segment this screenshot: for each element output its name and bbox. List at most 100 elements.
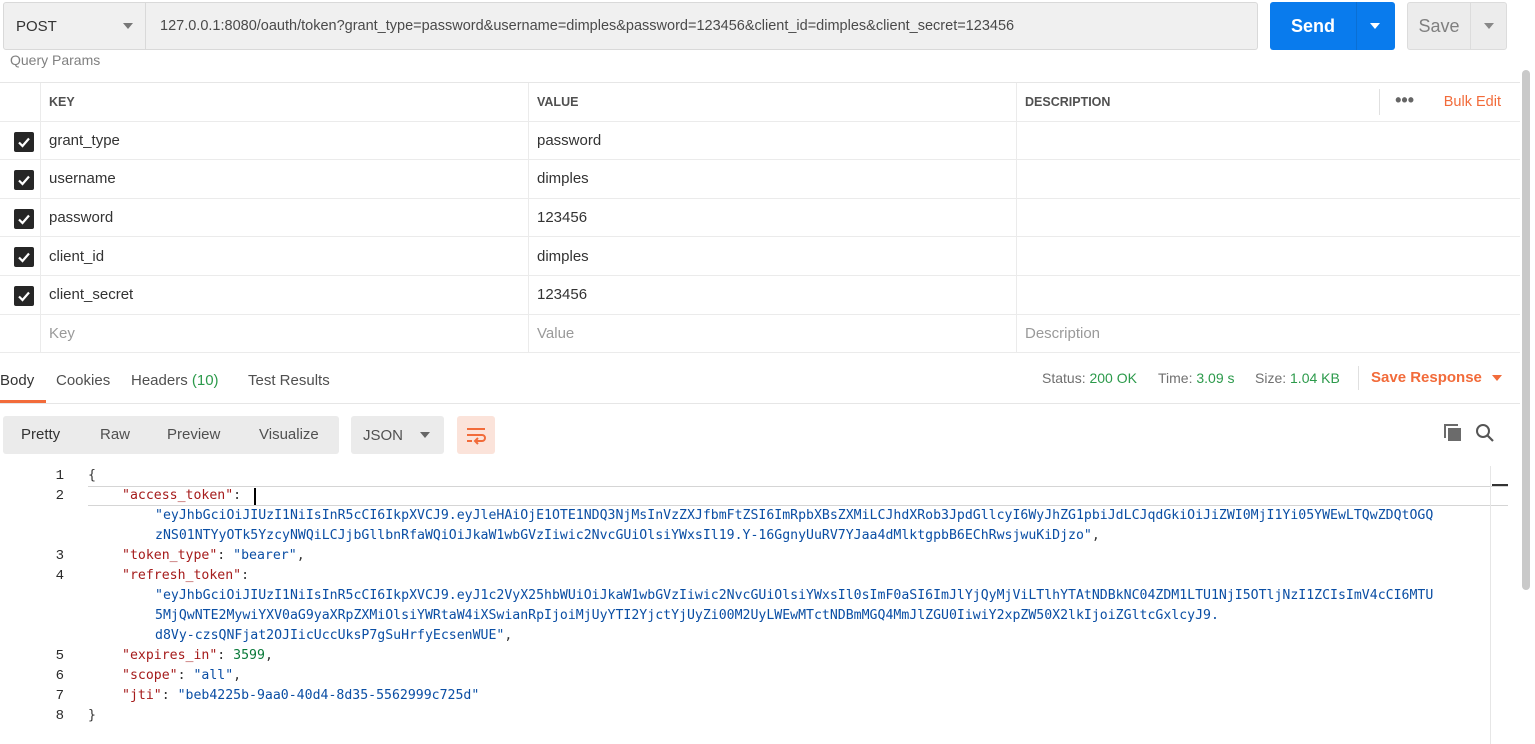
- param-check-cell: [0, 275, 41, 314]
- param-check-cell: [0, 237, 41, 275]
- json-string: "bearer": [233, 548, 297, 563]
- view-pretty-button[interactable]: Pretty: [21, 426, 60, 443]
- save-response-button[interactable]: Save Response: [1371, 369, 1502, 386]
- param-description[interactable]: [1017, 199, 1520, 237]
- header-description: DESCRIPTION ••• Bulk Edit: [1017, 83, 1520, 121]
- url-input[interactable]: 127.0.0.1:8080/oauth/token?grant_type=pa…: [146, 2, 1258, 50]
- param-row-new: Key Value Description: [0, 314, 1520, 354]
- param-check-cell: [0, 160, 41, 198]
- active-tab-indicator: [0, 400, 46, 403]
- json-string: d8Vy-czsQNFjat2OJIicUccUksP7gSuHrfyEcsen…: [155, 628, 505, 643]
- view-preview-button[interactable]: Preview: [167, 426, 220, 443]
- overview-ruler-marker: [1492, 484, 1508, 486]
- search-icon[interactable]: [1475, 423, 1495, 448]
- status-value[interactable]: 200 OK: [1089, 370, 1136, 386]
- wrap-lines-icon: [467, 428, 486, 445]
- json-string: 5MjQwNTE2MywiYXV0aG9yaXRpZXMiOlsiYWRtaW4…: [155, 608, 1219, 623]
- header-value: VALUE: [529, 83, 1017, 121]
- method-select[interactable]: POST: [3, 2, 146, 50]
- code-line: "jti": "beb4225b-9aa0-40d4-8d35-5562999c…: [122, 688, 480, 703]
- code-line: "expires_in": 3599,: [122, 648, 273, 663]
- param-value[interactable]: password: [529, 121, 1017, 160]
- format-select[interactable]: JSON: [351, 416, 444, 454]
- wrap-lines-button[interactable]: [457, 416, 495, 454]
- code-line: {: [88, 468, 96, 483]
- status-meta: Status: 200 OK: [1042, 370, 1137, 386]
- chevron-down-icon[interactable]: [1370, 23, 1380, 29]
- headers-count-badge: (10): [191, 372, 219, 389]
- checkbox-checked-icon[interactable]: [14, 170, 34, 191]
- page-scrollbar[interactable]: [1522, 70, 1530, 590]
- param-key[interactable]: username: [41, 160, 529, 198]
- checkbox-checked-icon[interactable]: [14, 131, 34, 152]
- code-line: zNS01NTYyOTk5YzcyNWQiLCJjbGllbnRfaWQiOiJ…: [155, 528, 1100, 543]
- json-string: "eyJhbGciOiJIUzI1NiIsInR5cCI6IkpXVCJ9.ey…: [155, 588, 1434, 603]
- param-row: grant_type password: [0, 121, 1520, 161]
- param-key[interactable]: client_secret: [41, 275, 529, 314]
- chevron-down-icon[interactable]: [1484, 23, 1494, 29]
- header-key: KEY: [41, 83, 529, 121]
- bulk-edit-link[interactable]: Bulk Edit: [1444, 94, 1501, 110]
- param-value[interactable]: dimples: [529, 160, 1017, 198]
- view-mode-bar: Pretty Raw Preview Visualize: [3, 416, 339, 454]
- divider: [1356, 2, 1357, 50]
- code-line: d8Vy-czsQNFjat2OJIicUccUksP7gSuHrfyEcsen…: [155, 628, 513, 643]
- params-table: KEY VALUE DESCRIPTION ••• Bulk Edit gran…: [0, 82, 1520, 354]
- param-value[interactable]: dimples: [529, 237, 1017, 275]
- text-cursor: [254, 488, 256, 505]
- json-string: "eyJhbGciOiJIUzI1NiIsInR5cCI6IkpXVCJ9.ey…: [155, 508, 1434, 523]
- response-tabs: Body Cookies Headers (10) Test Results S…: [0, 362, 1520, 404]
- param-key[interactable]: grant_type: [41, 121, 529, 160]
- more-options-icon[interactable]: •••: [1395, 91, 1414, 109]
- line-number: 6: [55, 668, 64, 684]
- tab-headers-label: Headers: [131, 372, 188, 389]
- param-value[interactable]: 123456: [529, 275, 1017, 314]
- param-row: password 123456: [0, 198, 1520, 238]
- tab-headers[interactable]: Headers (10): [131, 372, 219, 389]
- format-label: JSON: [363, 426, 404, 444]
- param-row: client_id dimples: [0, 237, 1520, 276]
- param-value[interactable]: 123456: [529, 198, 1017, 237]
- param-key[interactable]: client_id: [41, 237, 529, 275]
- time-value[interactable]: 3.09 s: [1196, 370, 1234, 386]
- line-number: 3: [55, 548, 64, 564]
- line-number: 5: [55, 648, 64, 664]
- checkbox-checked-icon[interactable]: [14, 285, 34, 306]
- code-line: "refresh_token":: [122, 568, 250, 583]
- tab-body[interactable]: Body: [0, 372, 34, 389]
- json-string: "beb4225b-9aa0-40d4-8d35-5562999c725d": [177, 688, 480, 703]
- param-check-cell: [0, 314, 41, 353]
- copy-icon[interactable]: [1443, 423, 1463, 448]
- size-value[interactable]: 1.04 KB: [1290, 370, 1340, 386]
- param-key[interactable]: password: [41, 198, 529, 237]
- param-description[interactable]: [1017, 160, 1520, 198]
- param-description[interactable]: [1017, 237, 1520, 275]
- json-string: "all": [193, 668, 234, 683]
- header-description-label: DESCRIPTION: [1025, 94, 1111, 109]
- save-button[interactable]: Save: [1407, 2, 1507, 50]
- chevron-down-icon: [123, 23, 133, 29]
- param-description[interactable]: [1017, 122, 1520, 160]
- param-row: client_secret 123456: [0, 275, 1520, 315]
- new-key-input[interactable]: Key: [41, 314, 529, 353]
- new-description-input[interactable]: Description: [1017, 315, 1520, 353]
- line-number: 4: [55, 568, 64, 584]
- chevron-down-icon: [1491, 375, 1502, 382]
- line-number: 1: [55, 468, 64, 484]
- json-number: 3599: [233, 648, 265, 663]
- param-description[interactable]: [1017, 276, 1520, 314]
- json-key: "token_type": [122, 548, 218, 563]
- view-raw-button[interactable]: Raw: [100, 426, 130, 443]
- query-params-title: Query Params: [10, 52, 100, 68]
- status-label: Status:: [1042, 370, 1086, 386]
- editor-scrollbar-track[interactable]: [1490, 466, 1491, 744]
- new-value-input[interactable]: Value: [529, 314, 1017, 353]
- tab-test-results[interactable]: Test Results: [248, 372, 330, 389]
- checkbox-checked-icon[interactable]: [14, 208, 34, 229]
- tab-cookies[interactable]: Cookies: [56, 372, 110, 389]
- view-visualize-button[interactable]: Visualize: [259, 426, 319, 443]
- send-button[interactable]: Send: [1270, 2, 1395, 50]
- json-key: "expires_in": [122, 648, 218, 663]
- current-line-highlight: [88, 486, 1508, 506]
- checkbox-checked-icon[interactable]: [14, 247, 34, 268]
